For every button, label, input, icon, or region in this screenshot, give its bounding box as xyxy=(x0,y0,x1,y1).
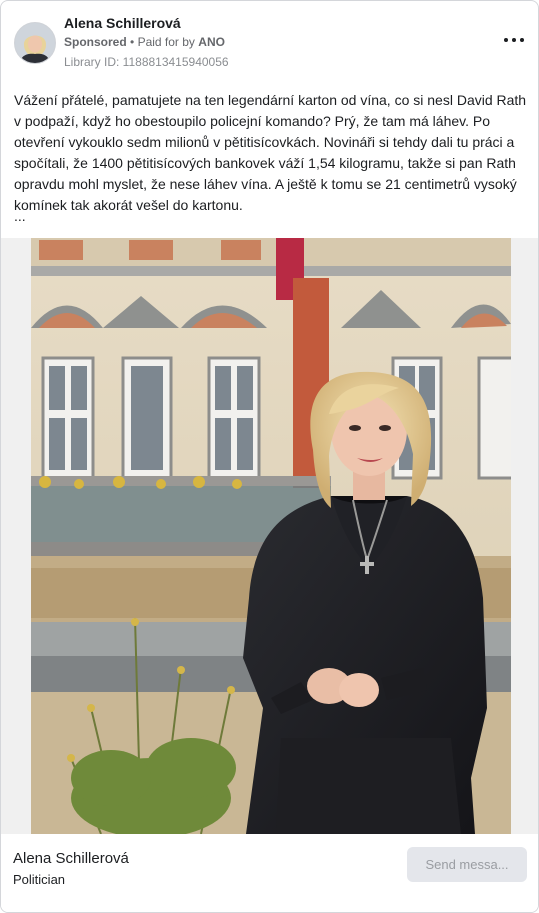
paid-for-by-label: Paid for by xyxy=(137,35,195,49)
dot-icon xyxy=(512,38,516,42)
page-avatar[interactable] xyxy=(14,22,56,64)
meta-separator: • xyxy=(130,35,135,49)
library-id: Library ID: 1188813415940056 xyxy=(64,55,229,69)
page-name[interactable]: Alena Schillerová xyxy=(64,15,181,31)
dot-icon xyxy=(520,38,524,42)
ad-photo[interactable] xyxy=(31,238,511,834)
ad-photo-illustration xyxy=(31,238,511,834)
footer-page-category: Politician xyxy=(13,872,66,887)
send-message-button[interactable]: Send messa... xyxy=(407,847,527,882)
avatar-photo-icon xyxy=(15,23,55,63)
ad-card: Alena Schillerová Sponsored • Paid for b… xyxy=(0,0,539,913)
ad-header: Alena Schillerová Sponsored • Paid for b… xyxy=(14,15,524,75)
sponsored-label: Sponsored xyxy=(64,35,127,49)
ad-media xyxy=(1,238,538,834)
see-more-ellipsis[interactable]: ... xyxy=(14,208,26,224)
dot-icon xyxy=(504,38,508,42)
more-options-icon[interactable] xyxy=(504,33,524,47)
ad-body-text: Vážení přátelé, pamatujete na ten legend… xyxy=(14,92,527,213)
footer-page-name[interactable]: Alena Schillerová xyxy=(13,850,129,867)
ad-footer: Alena Schillerová Politician Send messa.… xyxy=(1,834,538,912)
payer-name: ANO xyxy=(198,35,225,49)
ad-meta-line: Sponsored • Paid for by ANO xyxy=(64,35,225,49)
